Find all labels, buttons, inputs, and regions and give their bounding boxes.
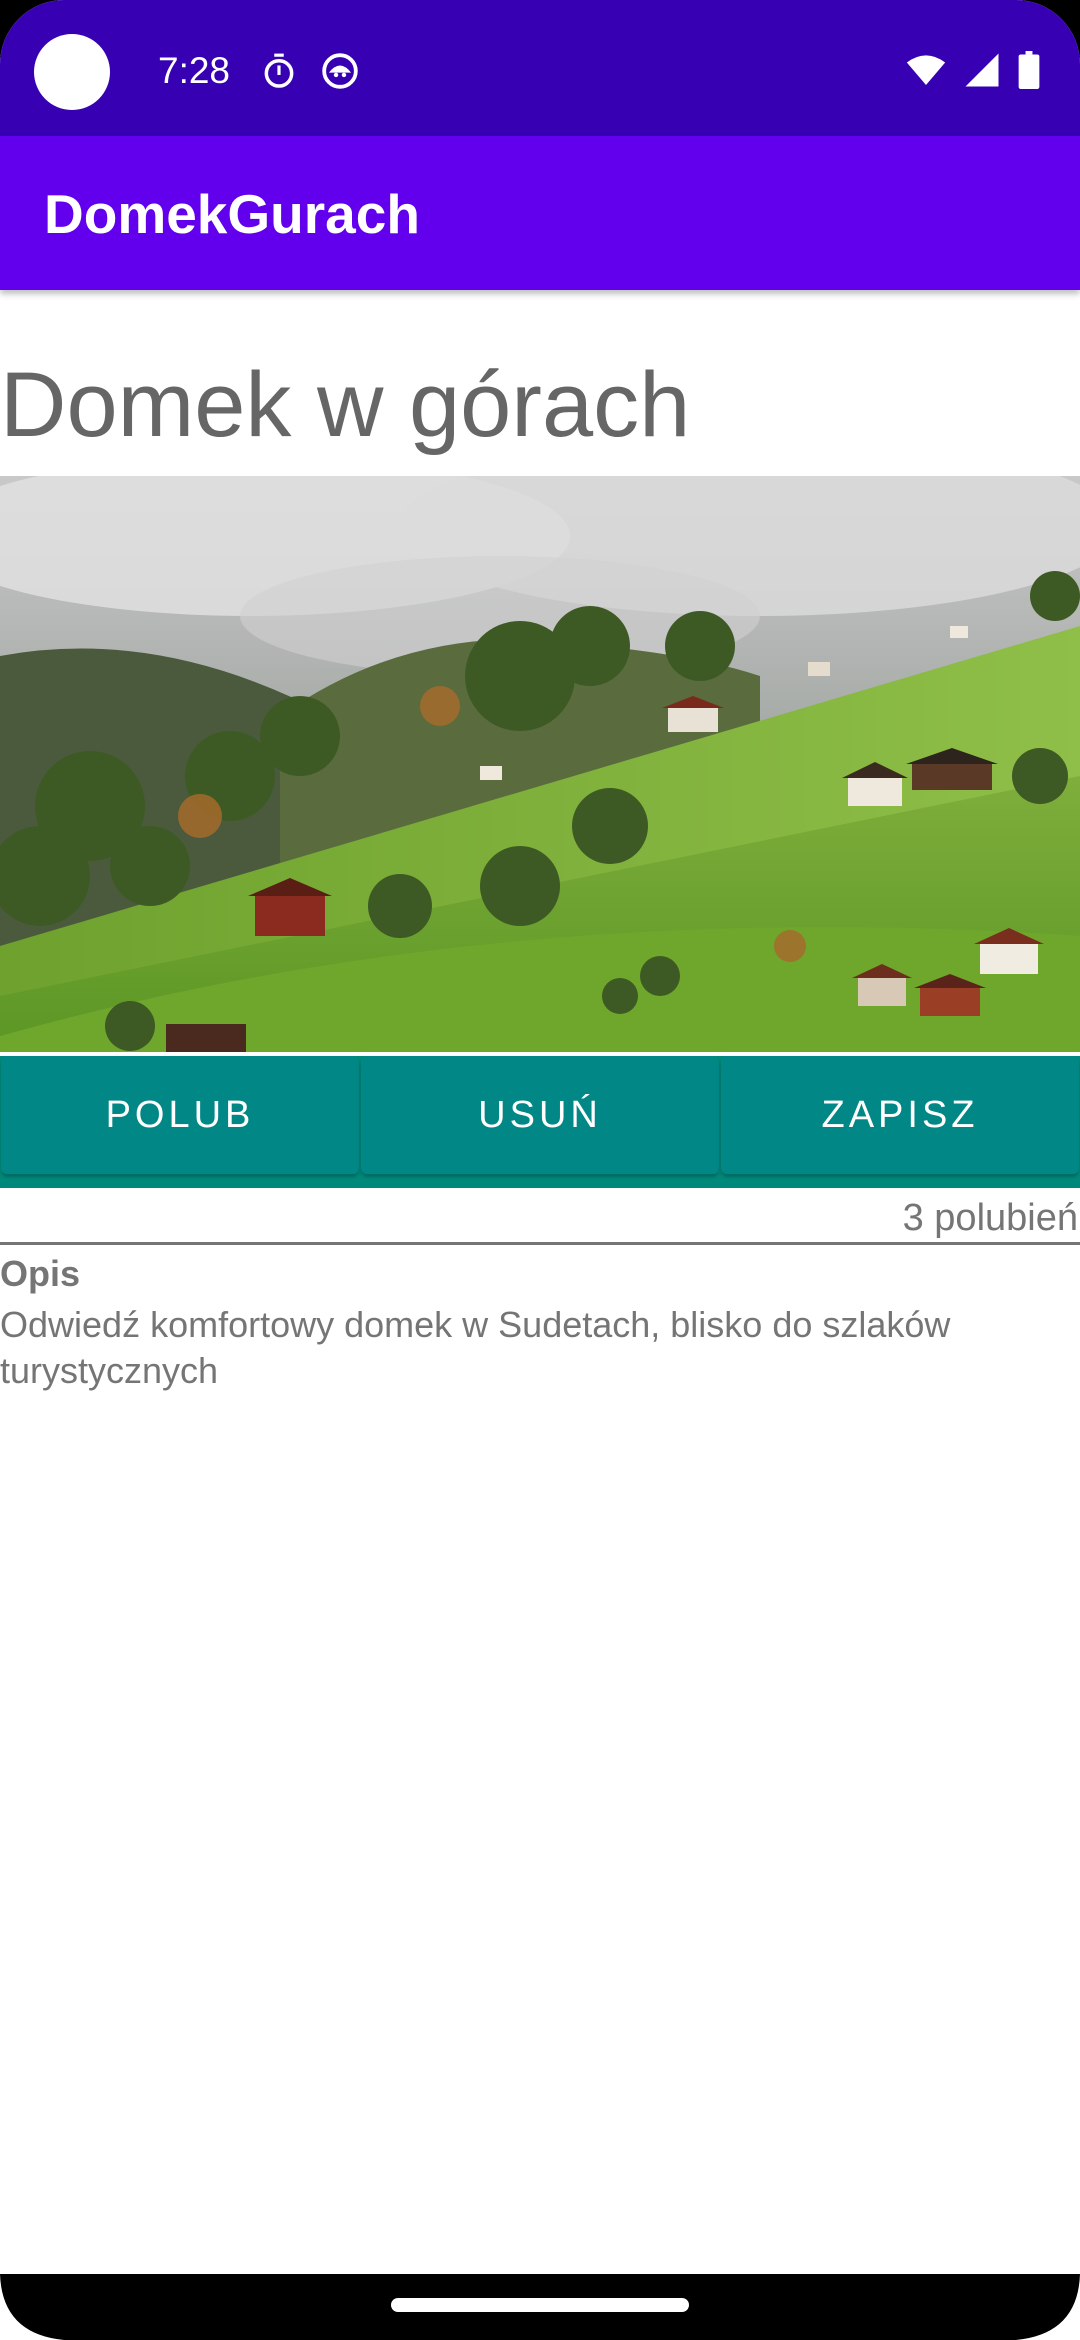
- description-label: Opis: [0, 1253, 81, 1294]
- app-toolbar: DomekGurach: [0, 136, 1080, 290]
- status-icons-right: [906, 50, 1040, 90]
- wifi-icon: [906, 55, 946, 85]
- timer-icon: [264, 53, 294, 88]
- like-button[interactable]: POLUB: [1, 1056, 359, 1174]
- battery-icon: [1018, 51, 1040, 89]
- status-time: 7:28: [158, 50, 231, 91]
- front-camera-cutout: [34, 34, 110, 110]
- home-gesture-handle[interactable]: [391, 2298, 689, 2312]
- save-button[interactable]: ZAPISZ: [721, 1056, 1079, 1174]
- likes-count: 3 polubień: [902, 1197, 1078, 1239]
- app-screen: 7:28 DomekGurach Domek w górach POLUB US…: [0, 0, 1080, 2340]
- delete-button[interactable]: USUŃ: [361, 1056, 719, 1174]
- mountain-cabins-photo: [0, 476, 1080, 1052]
- page-heading: Domek w górach: [0, 354, 691, 456]
- status-bar: 7:28: [0, 0, 1080, 136]
- android-notification-icon: [322, 53, 358, 89]
- action-button-bar: POLUB USUŃ ZAPISZ: [0, 1056, 1080, 1188]
- description-text: Odwiedź komfortowy domek w Sudetach, bli…: [0, 1304, 951, 1391]
- navigation-bar: [0, 2274, 1080, 2340]
- divider: [0, 1242, 1080, 1245]
- cell-signal-icon: [965, 53, 999, 87]
- app-title: DomekGurach: [44, 183, 420, 245]
